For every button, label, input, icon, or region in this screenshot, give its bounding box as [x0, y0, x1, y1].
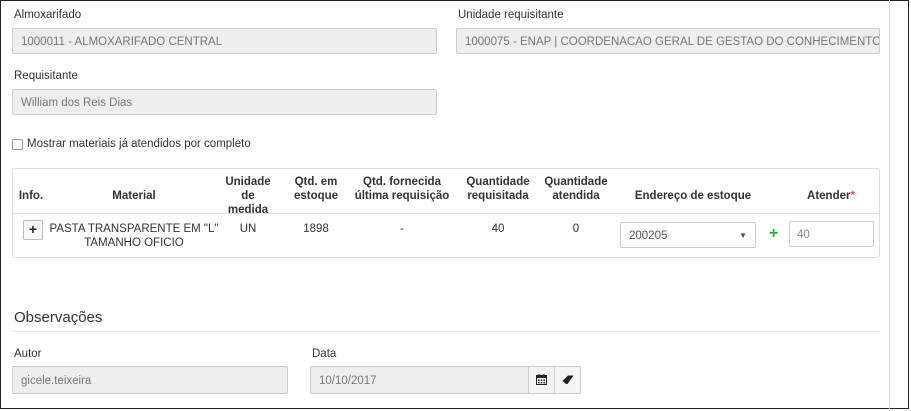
almoxarifado-field: 1000011 - ALMOXARIFADO CENTRAL — [12, 28, 437, 54]
header-material: Material — [112, 190, 156, 202]
header-qtd-fornecida-line1: Qtd. fornecida — [363, 176, 441, 188]
qtd-atendida-cell: 0 — [572, 223, 580, 235]
endereco-estoque-select[interactable]: 200205 ▼ — [620, 222, 756, 248]
qtd-estoque-cell: 1898 — [303, 223, 329, 235]
data-field: 10/10/2017 — [310, 366, 529, 394]
header-unidade-medida: Unidade de medida — [219, 175, 277, 217]
header-unidade-medida-line2: medida — [227, 204, 269, 216]
materials-table: Info. Material Unidade de medida Qtd. em… — [12, 168, 880, 258]
clear-date-button[interactable] — [554, 366, 581, 394]
unidade-requisitante-field: 1000075 - ENAP | COORDENACAO GERAL DE GE… — [456, 28, 880, 54]
qtd-fornecida-cell: - — [400, 223, 404, 235]
header-qtd-requisitada-line2: requisitada — [467, 190, 529, 202]
material-line1: PASTA TRANSPARENTE EM "L" — [49, 223, 219, 235]
header-qtd-requisitada: Quantidade requisitada — [457, 175, 539, 203]
header-qtd-estoque: Qtd. em estoque — [285, 175, 347, 203]
header-qtd-requisitada-line1: Quantidade — [466, 176, 530, 188]
header-unidade-medida-line1: Unidade de — [225, 176, 271, 202]
calendar-button[interactable] — [528, 366, 555, 394]
header-qtd-atendida-line1: Quantidade — [544, 176, 608, 188]
info-expand-button[interactable]: + — [23, 220, 43, 240]
atender-input[interactable]: 40 — [789, 221, 874, 247]
mostrar-atendidos-label: Mostrar materiais já atendidos por compl… — [27, 138, 251, 150]
header-atender: Atender* — [783, 189, 879, 203]
autor-label: Autor — [14, 348, 42, 360]
mostrar-atendidos-toggle[interactable]: Mostrar materiais já atendidos por compl… — [12, 138, 251, 150]
qtd-requisitada-cell: 40 — [491, 223, 505, 235]
endereco-selected-value: 200205 — [629, 230, 668, 242]
observacoes-divider — [12, 331, 880, 332]
add-endereco-button[interactable]: + — [769, 224, 778, 244]
header-info: Info. — [18, 190, 44, 202]
header-qtd-atendida: Quantidade atendida — [539, 175, 613, 203]
requisitante-field: William dos Reis Dias — [12, 89, 437, 115]
header-endereco-estoque: Endereço de estoque — [634, 190, 752, 202]
unidade-requisitante-label: Unidade requisitante — [458, 9, 564, 21]
mostrar-atendidos-checkbox[interactable] — [12, 138, 23, 150]
autor-field: gicele.teixeira — [12, 366, 288, 394]
material-line2: TAMANHO OFICIO — [84, 237, 184, 249]
data-label: Data — [312, 348, 337, 360]
requisitante-label: Requisitante — [14, 70, 78, 82]
required-asterisk: * — [850, 190, 855, 202]
header-atender-text: Atender — [807, 190, 851, 202]
header-qtd-estoque-line1: Qtd. em — [294, 176, 338, 188]
header-qtd-fornecida: Qtd. fornecida última requisição — [347, 175, 457, 203]
observacoes-heading: Observações — [14, 309, 103, 326]
header-divider — [13, 213, 879, 214]
calendar-icon — [536, 374, 547, 385]
header-qtd-fornecida-line2: última requisição — [354, 190, 450, 202]
right-divider — [889, 0, 890, 411]
header-qtd-atendida-line2: atendida — [552, 190, 600, 202]
eraser-icon — [562, 375, 573, 384]
material-cell: PASTA TRANSPARENTE EM "L" TAMANHO OFICIO — [49, 222, 219, 250]
header-qtd-estoque-line2: estoque — [293, 190, 339, 202]
almoxarifado-label: Almoxarifado — [14, 9, 82, 21]
dropdown-caret-icon: ▼ — [739, 231, 747, 240]
unidade-medida-cell: UN — [239, 223, 257, 235]
